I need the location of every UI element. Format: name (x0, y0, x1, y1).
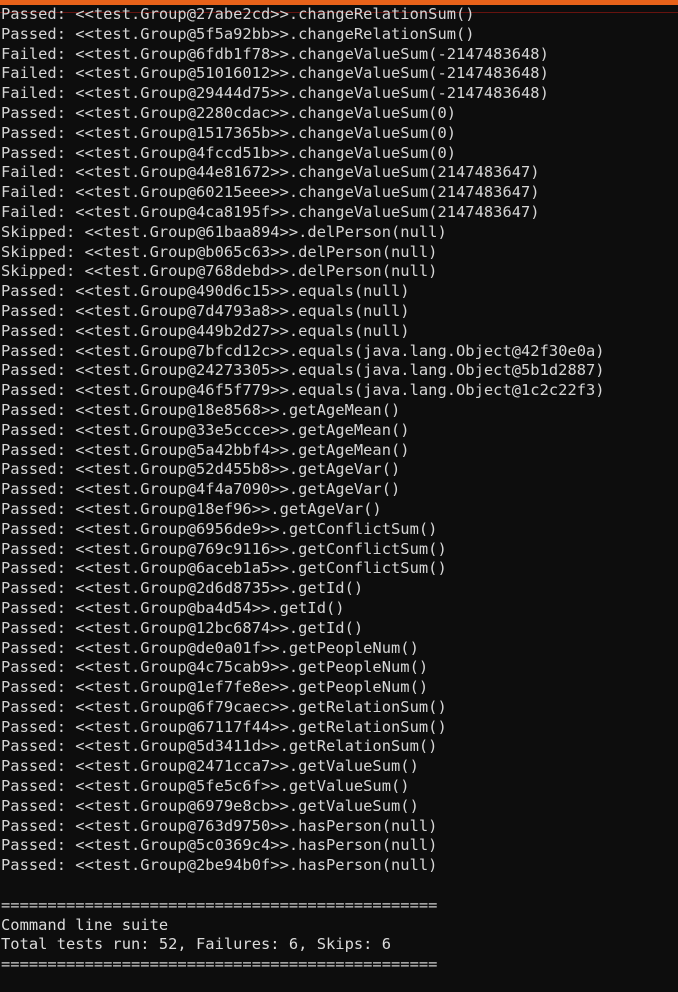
console-output[interactable]: Passed: <<test.Group@27abe2cd>>.changeRe… (0, 5, 678, 975)
test-result-line: Passed: <<test.Group@52d455b8>>.getAgeVa… (1, 460, 401, 479)
test-result-list: Passed: <<test.Group@27abe2cd>>.changeRe… (0, 5, 678, 876)
test-result-line: Passed: <<test.Group@12bc6874>>.getId() (1, 618, 364, 637)
test-result-line: Passed: <<test.Group@6979e8cb>>.getValue… (1, 796, 419, 815)
test-result-line: Passed: <<test.Group@2be94b0f>>.hasPerso… (1, 856, 438, 875)
test-result-line: Passed: <<test.Group@5f5a92bb>>.changeRe… (1, 24, 475, 43)
test-result-line: Passed: <<test.Group@7d4793a8>>.equals(n… (1, 301, 410, 320)
test-result-line: Skipped: <<test.Group@b065c63>>.delPerso… (1, 242, 438, 261)
test-result-line: Passed: <<test.Group@de0a01f>>.getPeople… (1, 638, 419, 657)
test-result-line: Failed: <<test.Group@51016012>>.changeVa… (1, 64, 549, 83)
test-result-line: Passed: <<test.Group@2471cca7>>.getValue… (1, 757, 419, 776)
terminal-window: Passed: <<test.Group@27abe2cd>>.changeRe… (0, 0, 678, 992)
test-result-line: Passed: <<test.Group@763d9750>>.hasPerso… (1, 816, 438, 835)
test-result-line: Passed: <<test.Group@2280cdac>>.changeVa… (1, 103, 457, 122)
test-result-line: Passed: <<test.Group@4fccd51b>>.changeVa… (1, 143, 457, 162)
test-result-line: Passed: <<test.Group@5a42bbf4>>.getAgeMe… (1, 440, 410, 459)
test-result-line: Passed: <<test.Group@6f79caec>>.getRelat… (1, 697, 447, 716)
test-result-line: Failed: <<test.Group@44e81672>>.changeVa… (1, 163, 540, 182)
test-result-line: Passed: <<test.Group@449b2d27>>.equals(n… (1, 321, 410, 340)
test-result-line: Passed: <<test.Group@4c75cab9>>.getPeopl… (1, 658, 429, 677)
test-result-line: Passed: <<test.Group@46f5f779>>.equals(j… (1, 381, 605, 400)
summary-separator-bottom: ========================================… (1, 955, 438, 974)
test-result-line: Passed: <<test.Group@ba4d54>>.getId() (1, 598, 345, 617)
summary-separator-top: ========================================… (1, 895, 438, 914)
test-result-line: Passed: <<test.Group@5d3411d>>.getRelati… (1, 737, 438, 756)
test-result-line: Failed: <<test.Group@29444d75>>.changeVa… (1, 84, 549, 103)
test-result-line: Passed: <<test.Group@1ef7fe8e>>.getPeopl… (1, 678, 429, 697)
test-result-line: Passed: <<test.Group@490d6c15>>.equals(n… (1, 282, 410, 301)
test-result-line: Passed: <<test.Group@24273305>>.equals(j… (1, 361, 605, 380)
totals-line: Total tests run: 52, Failures: 6, Skips:… (1, 935, 392, 954)
test-result-line: Passed: <<test.Group@18e8568>>.getAgeMea… (1, 400, 401, 419)
test-result-line: Failed: <<test.Group@60215eee>>.changeVa… (1, 183, 540, 202)
test-result-line: Failed: <<test.Group@6fdb1f78>>.changeVa… (1, 44, 549, 63)
suite-name: Command line suite (1, 915, 169, 934)
test-result-line: Passed: <<test.Group@5c0369c4>>.hasPerso… (1, 836, 438, 855)
test-result-line: Passed: <<test.Group@6aceb1a5>>.getConfl… (1, 559, 447, 578)
test-result-line: Passed: <<test.Group@7bfcd12c>>.equals(j… (1, 341, 605, 360)
test-result-line: Passed: <<test.Group@1517365b>>.changeVa… (1, 123, 457, 142)
test-result-line: Skipped: <<test.Group@61baa894>>.delPers… (1, 222, 447, 241)
test-result-line: Passed: <<test.Group@5fe5c6f>>.getValueS… (1, 777, 410, 796)
test-result-line: Failed: <<test.Group@4ca8195f>>.changeVa… (1, 202, 540, 221)
test-result-line: Passed: <<test.Group@2d6d8735>>.getId() (1, 579, 364, 598)
test-result-line: Passed: <<test.Group@67117f44>>.getRelat… (1, 717, 447, 736)
test-result-line: Passed: <<test.Group@4f4a7090>>.getAgeVa… (1, 480, 401, 499)
test-result-line: Passed: <<test.Group@33e5ccce>>.getAgeMe… (1, 420, 410, 439)
test-result-line: Passed: <<test.Group@6956de9>>.getConfli… (1, 519, 438, 538)
test-result-line: Passed: <<test.Group@769c9116>>.getConfl… (1, 539, 447, 558)
test-result-line: Skipped: <<test.Group@768debd>>.delPerso… (1, 262, 438, 281)
test-result-line: Passed: <<test.Group@27abe2cd>>.changeRe… (1, 5, 475, 23)
test-result-line: Passed: <<test.Group@18ef96>>.getAgeVar(… (1, 499, 382, 518)
